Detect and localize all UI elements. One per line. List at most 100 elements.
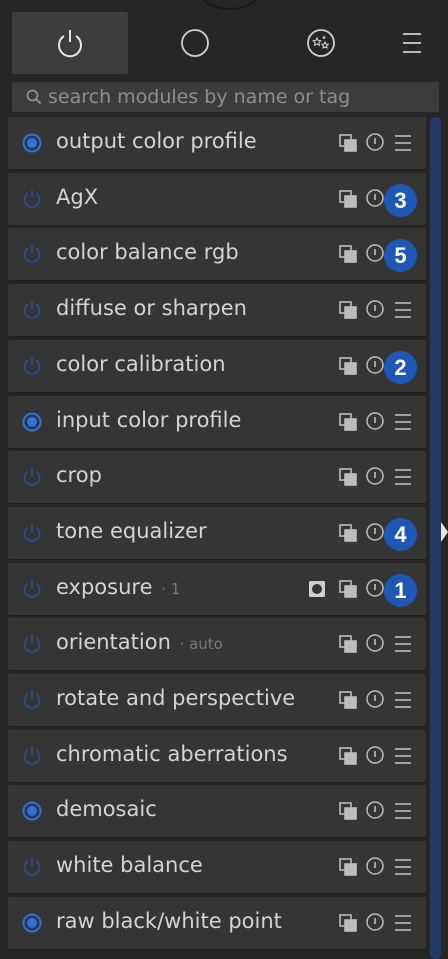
- power-icon: [58, 30, 82, 58]
- module-label: AgX: [56, 185, 98, 209]
- module-row[interactable]: color balance rgb 5: [8, 228, 426, 280]
- multi-instance-icon[interactable]: [338, 523, 358, 543]
- module-row[interactable]: output color profile: [8, 117, 426, 169]
- search-box[interactable]: [12, 82, 439, 112]
- reset-icon[interactable]: [365, 522, 385, 542]
- module-name: diffuse or sharpen: [56, 296, 247, 320]
- reset-icon[interactable]: [365, 299, 385, 319]
- module-row[interactable]: crop: [8, 451, 426, 503]
- reset-icon[interactable]: [365, 188, 385, 208]
- reset-icon[interactable]: [365, 689, 385, 709]
- power-icon[interactable]: [20, 131, 44, 155]
- power-icon[interactable]: [20, 410, 44, 434]
- module-label: chromatic aberrations: [56, 742, 288, 766]
- power-icon[interactable]: [20, 242, 44, 266]
- presets-menu-icon[interactable]: [393, 856, 413, 878]
- multi-instance-icon[interactable]: [338, 300, 358, 320]
- scrollbar[interactable]: [430, 117, 441, 959]
- module-name: rotate and perspective: [56, 686, 296, 710]
- reset-icon[interactable]: [365, 466, 385, 486]
- search-icon: [26, 89, 42, 105]
- power-icon[interactable]: [20, 744, 44, 768]
- multi-instance-icon[interactable]: [338, 913, 358, 933]
- reset-icon[interactable]: [365, 633, 385, 653]
- module-instance-suffix: · 1: [161, 580, 181, 598]
- presets-menu-icon[interactable]: [393, 132, 413, 154]
- reset-icon[interactable]: [365, 745, 385, 765]
- module-name: color calibration: [56, 352, 226, 376]
- module-row[interactable]: color calibration 2: [8, 340, 426, 392]
- step-badge: 2: [384, 351, 417, 384]
- module-row[interactable]: diffuse or sharpen: [8, 284, 426, 336]
- module-row[interactable]: rotate and perspective: [8, 674, 426, 726]
- power-icon[interactable]: [20, 465, 44, 489]
- multi-instance-icon[interactable]: [338, 244, 358, 264]
- module-label: input color profile: [56, 408, 241, 432]
- step-badge: 1: [384, 574, 417, 607]
- multi-instance-icon[interactable]: [338, 189, 358, 209]
- multi-instance-icon[interactable]: [338, 412, 358, 432]
- mask-icon[interactable]: [308, 580, 326, 598]
- module-row[interactable]: chromatic aberrations: [8, 730, 426, 782]
- module-row[interactable]: raw black/white point: [8, 897, 426, 949]
- module-label: orientation · auto: [56, 630, 223, 654]
- multi-instance-icon[interactable]: [338, 133, 358, 153]
- presets-menu-icon[interactable]: [393, 800, 413, 822]
- reset-icon[interactable]: [365, 411, 385, 431]
- reset-icon[interactable]: [365, 243, 385, 263]
- tab-presets-menu[interactable]: [392, 12, 432, 74]
- step-badge: 4: [384, 518, 417, 551]
- power-icon[interactable]: [20, 688, 44, 712]
- multi-instance-icon[interactable]: [338, 579, 358, 599]
- tab-favorites[interactable]: [276, 12, 366, 74]
- module-row[interactable]: orientation · auto: [8, 618, 426, 670]
- tab-all-modules[interactable]: [150, 12, 240, 74]
- power-icon[interactable]: [20, 521, 44, 545]
- presets-menu-icon[interactable]: [393, 689, 413, 711]
- power-icon[interactable]: [20, 911, 44, 935]
- reset-icon[interactable]: [365, 132, 385, 152]
- module-row[interactable]: AgX 3: [8, 173, 426, 225]
- tab-active-modules[interactable]: [12, 12, 128, 74]
- power-icon[interactable]: [20, 799, 44, 823]
- module-instance-suffix: · auto: [179, 635, 223, 653]
- module-row[interactable]: tone equalizer 4: [8, 507, 426, 559]
- module-row[interactable]: input color profile: [8, 396, 426, 448]
- multi-instance-icon[interactable]: [338, 746, 358, 766]
- module-label: tone equalizer: [56, 519, 207, 543]
- power-icon[interactable]: [20, 632, 44, 656]
- presets-menu-icon[interactable]: [393, 745, 413, 767]
- module-row[interactable]: white balance: [8, 841, 426, 893]
- module-name: crop: [56, 463, 102, 487]
- power-icon[interactable]: [20, 855, 44, 879]
- reset-icon[interactable]: [365, 355, 385, 375]
- reset-icon[interactable]: [365, 800, 385, 820]
- presets-menu-icon[interactable]: [393, 299, 413, 321]
- module-name: demosaic: [56, 797, 157, 821]
- module-label: white balance: [56, 853, 203, 877]
- module-row[interactable]: exposure · 1 1: [8, 563, 426, 615]
- presets-menu-icon[interactable]: [393, 466, 413, 488]
- power-icon[interactable]: [20, 298, 44, 322]
- power-icon[interactable]: [20, 577, 44, 601]
- presets-menu-icon[interactable]: [393, 912, 413, 934]
- multi-instance-icon[interactable]: [338, 801, 358, 821]
- multi-instance-icon[interactable]: [338, 857, 358, 877]
- reset-icon[interactable]: [365, 578, 385, 598]
- reset-icon[interactable]: [365, 856, 385, 876]
- multi-instance-icon[interactable]: [338, 634, 358, 654]
- expand-arrow-icon[interactable]: [441, 522, 448, 542]
- module-name: white balance: [56, 853, 203, 877]
- multi-instance-icon[interactable]: [338, 467, 358, 487]
- multi-instance-icon[interactable]: [338, 690, 358, 710]
- multi-instance-icon[interactable]: [338, 356, 358, 376]
- module-label: diffuse or sharpen: [56, 296, 247, 320]
- presets-menu-icon[interactable]: [393, 633, 413, 655]
- module-row[interactable]: demosaic: [8, 785, 426, 837]
- presets-menu-icon[interactable]: [393, 411, 413, 433]
- reset-icon[interactable]: [365, 912, 385, 932]
- search-input[interactable]: [48, 86, 418, 108]
- power-icon[interactable]: [20, 354, 44, 378]
- power-icon[interactable]: [20, 187, 44, 211]
- stars-icon: [307, 29, 335, 57]
